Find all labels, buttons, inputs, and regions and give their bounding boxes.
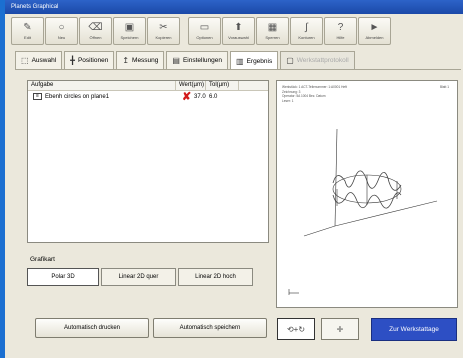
column-tolerance[interactable]: Tol(µm): [206, 81, 239, 90]
toolbar-button-label: Sperren: [265, 35, 280, 40]
auto-print-button[interactable]: Automatisch drucken: [35, 318, 149, 338]
help-icon: ?: [337, 22, 344, 33]
option-polar-3d[interactable]: Polar 3D: [27, 268, 99, 286]
toolbar-button-label: Edit: [24, 35, 31, 40]
task-value: 37.0: [194, 93, 206, 100]
position-icon: ╋: [70, 56, 75, 65]
task-list[interactable]: Aufgabe Wert(µm) Tol(µm) ≡ Ebenh circles…: [27, 80, 269, 243]
toolbar-button-vorauswahl[interactable]: ⬆ Vorauswahl: [222, 17, 255, 45]
toolbar-button-öffnen[interactable]: ⌫ Öffnen: [79, 17, 112, 45]
curve-icon: ∫: [305, 22, 308, 33]
pin-icon: ⬆: [234, 22, 243, 33]
circle-icon: ○: [58, 22, 65, 33]
toolbar-button-label: Konturen: [298, 35, 315, 40]
toolbar-button-label: Speichern: [120, 35, 139, 40]
fail-icon: ✘: [182, 91, 192, 103]
grid-icon: ▦: [267, 22, 278, 33]
task-list-header: Aufgabe Wert(µm) Tol(µm): [28, 81, 268, 91]
toolbar-button-sperren[interactable]: ▦ Sperren: [256, 17, 289, 45]
table-row[interactable]: ≡ Ebenh circles on plane1 ✘ 37.0 6.0: [28, 91, 268, 103]
tab-label: Auswahl: [31, 57, 57, 64]
graphic-type-group: Polar 3D Linear 2D quer Linear 2D hoch: [27, 268, 253, 286]
column-value[interactable]: Wert(µm): [176, 81, 206, 90]
move-button[interactable]: ✛: [321, 318, 359, 340]
tab-ergebnis[interactable]: ▥ Ergebnis: [230, 51, 279, 70]
document-icon: ▭: [199, 22, 210, 33]
tab-label: Messung: [132, 57, 159, 64]
title-bar: Planets Graphical: [5, 0, 463, 14]
toolbar-button-konturen[interactable]: ∫ Konturen: [290, 17, 323, 45]
tab-einstellungen[interactable]: ▤ Einstellungen: [166, 51, 228, 69]
toolbar-button-label: Öffnen: [89, 35, 102, 40]
document-icon: ≡: [33, 93, 42, 100]
graphic-type-label: Grafikart: [30, 256, 55, 263]
option-linear-2d-vertical[interactable]: Linear 2D hoch: [178, 268, 253, 286]
result-icon: ▥: [236, 56, 244, 66]
tab-label: Positionen: [77, 57, 109, 64]
task-tolerance: 6.0: [209, 93, 218, 100]
tab-label: Einstellungen: [182, 57, 222, 64]
tab-divider: [15, 69, 461, 70]
tab-werkstattprotokoll: ▢ Werkstattprotokoll: [280, 51, 355, 69]
toolbar-button-hilfe[interactable]: ? Hilfe: [324, 17, 357, 45]
save-icon: ⌫: [88, 22, 103, 33]
toolbar-button-neu[interactable]: ○ Neu: [45, 17, 78, 45]
pen-icon: ✎: [23, 22, 32, 33]
tab-positionen[interactable]: ╋ Positionen: [64, 51, 115, 69]
tab-messung[interactable]: ↥ Messung: [116, 51, 165, 69]
task-name: Ebenh circles on plane1: [45, 93, 110, 100]
toolbar-button-edit[interactable]: ✎ Edit: [11, 17, 44, 45]
toolbar-button-label: Hilfe: [336, 35, 345, 40]
tab-label: Ergebnis: [246, 57, 273, 65]
toolbar-separator: [181, 17, 187, 47]
go-to-workpiece-button[interactable]: Zur Werkstattage: [371, 318, 457, 341]
toolbar-button-label: Optionen: [196, 35, 213, 40]
protocol-icon: ▢: [286, 56, 294, 65]
toolbar-button-label: Vorauswahl: [228, 35, 249, 40]
toolbar-button-speichern[interactable]: ▣ Speichern: [113, 17, 146, 45]
toolbar-button-label: Abmelden: [365, 35, 384, 40]
result-preview[interactable]: Werkstück: 1 ACT-Teilenummer: 1:A0001 He…: [276, 80, 458, 308]
column-task[interactable]: Aufgabe: [28, 81, 176, 90]
tab-strip: ⬚ Auswahl ╋ Positionen ↥ Messung ▤ Einstellunge…: [15, 51, 355, 70]
toolbar-button-label: Neu: [57, 35, 66, 40]
scissors-icon: ✂: [159, 22, 168, 33]
rotate-icon: ⟲+↻: [286, 324, 306, 334]
settings-icon: ▤: [172, 56, 180, 65]
auto-save-button[interactable]: Automatisch speichern: [153, 318, 267, 338]
tab-auswahl[interactable]: ⬚ Auswahl: [15, 51, 63, 69]
option-linear-2d-horizontal[interactable]: Linear 2D quer: [101, 268, 176, 286]
axis-x: [303, 225, 336, 237]
toolbar-button-abmelden[interactable]: ► Abmelden: [358, 17, 391, 45]
rotate-button[interactable]: ⟲+↻: [277, 318, 315, 340]
measure-icon: ↥: [122, 56, 130, 65]
toolbar: ✎ Edit ○ Neu ⌫ Öffnen ▣ Speichern ✂ Kopieren ▭ Opti…: [11, 17, 461, 47]
move-icon: ✛: [336, 324, 344, 334]
polar-3d-plot: [288, 128, 438, 295]
tab-label: Werkstattprotokoll: [296, 57, 349, 64]
axis-y: [334, 200, 438, 227]
selection-icon: ⬚: [21, 56, 29, 65]
disk-icon: ▣: [124, 22, 135, 33]
play-icon: ►: [369, 22, 380, 33]
toolbar-button-label: Kopieren: [155, 35, 172, 40]
toolbar-button-kopieren[interactable]: ✂ Kopieren: [147, 17, 180, 45]
toolbar-button-optionen[interactable]: ▭ Optionen: [188, 17, 221, 45]
